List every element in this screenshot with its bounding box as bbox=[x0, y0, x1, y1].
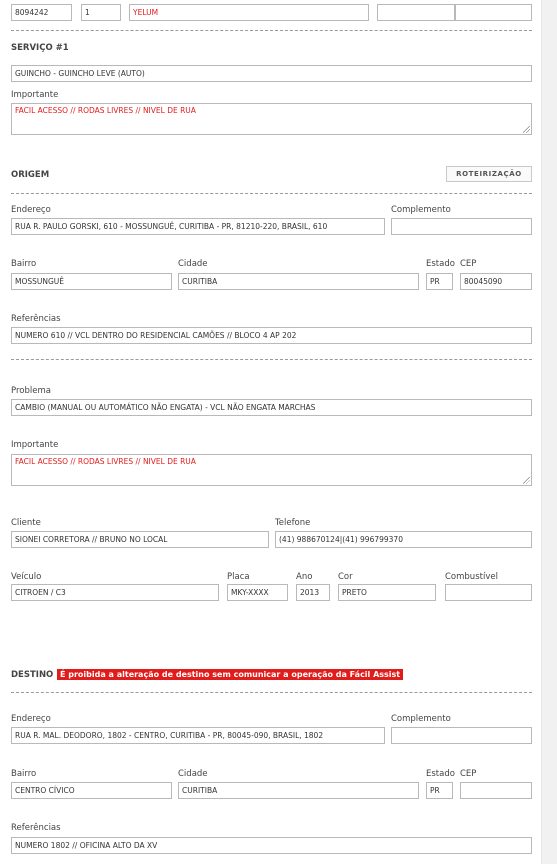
service-important-textarea[interactable]: FACIL ACESSO // RODAS LIVRES // NIVEL DE… bbox=[11, 103, 532, 135]
resize-grip-icon[interactable] bbox=[523, 477, 530, 484]
phone-field[interactable]: (41) 988670124|(41) 996799370 bbox=[275, 531, 532, 548]
important-label: Importante bbox=[11, 90, 59, 100]
destination-state-field[interactable]: PR bbox=[426, 782, 453, 799]
origin-complement-label: Complemento bbox=[391, 205, 451, 215]
divider bbox=[11, 359, 532, 360]
divider bbox=[11, 30, 532, 31]
origin-zip-label: CEP bbox=[460, 259, 477, 269]
destination-references-label: Referências bbox=[11, 823, 61, 833]
client-field[interactable]: SIONEI CORRETORA // BRUNO NO LOCAL bbox=[11, 531, 269, 548]
phone-label: Telefone bbox=[275, 518, 311, 528]
origin-references-label: Referências bbox=[11, 314, 61, 324]
product-field[interactable]: YELUM bbox=[129, 4, 369, 21]
destination-neighborhood-field[interactable]: CENTRO CÍVICO bbox=[11, 782, 172, 799]
divider bbox=[11, 193, 532, 194]
destination-city-label: Cidade bbox=[178, 769, 208, 779]
problem-important-text: FACIL ACESSO // RODAS LIVRES // NIVEL DE… bbox=[15, 457, 196, 466]
origin-complement-field[interactable] bbox=[391, 218, 532, 235]
origin-address-field[interactable]: RUA R. PAULO GORSKI, 610 - MOSSUNGUÊ, CU… bbox=[11, 218, 385, 235]
date-field[interactable] bbox=[377, 4, 455, 21]
resize-grip-icon[interactable] bbox=[523, 126, 530, 133]
origin-neighborhood-field[interactable]: MOSSUNGUÊ bbox=[11, 273, 172, 290]
color-field[interactable]: PRETO bbox=[338, 584, 436, 601]
vehicle-label: Veículo bbox=[11, 572, 42, 582]
service-form: 8094242 1 YELUM SERVIÇO #1 GUINCHO - GUI… bbox=[0, 0, 541, 864]
destination-address-field[interactable]: RUA R. MAL. DEODORO, 1802 - CENTRO, CURI… bbox=[11, 727, 385, 744]
origin-state-field[interactable]: PR bbox=[426, 273, 453, 290]
origin-neighborhood-label: Bairro bbox=[11, 259, 37, 269]
plate-field[interactable]: MKY-XXXX bbox=[227, 584, 288, 601]
origin-state-label: Estado bbox=[426, 259, 455, 269]
service-title: SERVIÇO #1 bbox=[11, 43, 69, 53]
destination-city-field[interactable]: CURITIBA bbox=[178, 782, 419, 799]
destination-address-label: Endereço bbox=[11, 714, 51, 724]
fuel-label: Combustível bbox=[445, 572, 498, 582]
destination-zip-label: CEP bbox=[460, 769, 477, 779]
scrollbar[interactable] bbox=[541, 0, 557, 864]
quantity-field[interactable]: 1 bbox=[81, 4, 121, 21]
client-label: Cliente bbox=[11, 518, 41, 528]
origin-references-field[interactable]: NUMERO 610 // VCL DENTRO DO RESIDENCIAL … bbox=[11, 327, 532, 344]
fuel-field[interactable] bbox=[445, 584, 532, 601]
time-field[interactable] bbox=[455, 4, 532, 21]
important-label: Importante bbox=[11, 440, 59, 450]
routing-button[interactable]: ROTEIRIZAÇÃO bbox=[446, 166, 532, 182]
protocol-field[interactable]: 8094242 bbox=[11, 4, 72, 21]
service-type-field[interactable]: GUINCHO - GUINCHO LEVE (AUTO) bbox=[11, 65, 532, 82]
destination-complement-label: Complemento bbox=[391, 714, 451, 724]
destination-state-label: Estado bbox=[426, 769, 455, 779]
color-label: Cor bbox=[338, 572, 353, 582]
destination-references-field[interactable]: NUMERO 1802 // OFICINA ALTO DA XV bbox=[11, 837, 532, 854]
origin-city-label: Cidade bbox=[178, 259, 208, 269]
year-field[interactable]: 2013 bbox=[296, 584, 330, 601]
service-important-text: FACIL ACESSO // RODAS LIVRES // NIVEL DE… bbox=[15, 106, 196, 115]
problem-important-textarea[interactable]: FACIL ACESSO // RODAS LIVRES // NIVEL DE… bbox=[11, 454, 532, 486]
year-label: Ano bbox=[296, 572, 313, 582]
problem-field[interactable]: CAMBIO (MANUAL OU AUTOMÁTICO NÃO ENGATA)… bbox=[11, 399, 532, 416]
origin-title: ORIGEM bbox=[11, 170, 50, 180]
destination-title: DESTINO bbox=[11, 670, 54, 680]
destination-zip-field[interactable] bbox=[460, 782, 532, 799]
divider bbox=[11, 692, 532, 693]
origin-address-label: Endereço bbox=[11, 205, 51, 215]
destination-complement-field[interactable] bbox=[391, 727, 532, 744]
origin-city-field[interactable]: CURITIBA bbox=[178, 273, 419, 290]
destination-warning-badge: É proibida a alteração de destino sem co… bbox=[57, 669, 404, 680]
plate-label: Placa bbox=[227, 572, 250, 582]
vehicle-field[interactable]: CITROEN / C3 bbox=[11, 584, 219, 601]
origin-zip-field[interactable]: 80045090 bbox=[460, 273, 532, 290]
problem-label: Problema bbox=[11, 386, 51, 396]
destination-neighborhood-label: Bairro bbox=[11, 769, 37, 779]
